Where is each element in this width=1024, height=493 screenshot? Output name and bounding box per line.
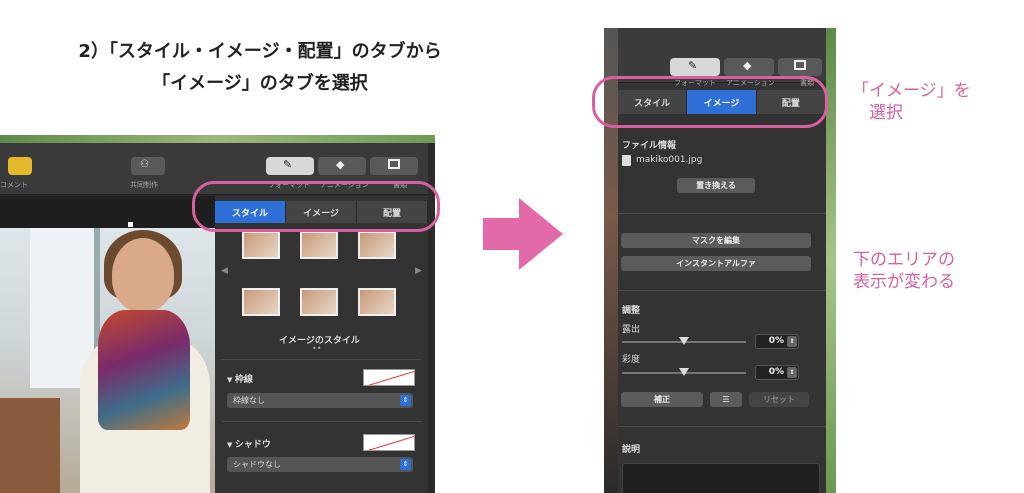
selection-handle[interactable] (128, 222, 133, 227)
note-area-line1: 下のエリアの (853, 250, 955, 270)
divider (221, 359, 421, 360)
exposure-value: 0% (768, 336, 784, 346)
document-icon (794, 60, 806, 70)
updown-icon: ⇕ (400, 459, 411, 470)
style-thumb-5[interactable] (300, 288, 338, 316)
prev-page-icon[interactable]: ◀ (221, 266, 228, 276)
photo-scarf (98, 310, 190, 430)
heading-line-1: 2）「スタイル・イメージ・配置」のタブから (78, 41, 442, 62)
comment-button[interactable] (8, 157, 32, 175)
document-icon (388, 159, 400, 169)
heading-line-2: 「イメージ」のタブを選択 (152, 73, 368, 94)
shadow-section[interactable]: ▼ シャドウ (227, 437, 271, 450)
file-info-title: ファイル情報 (622, 141, 677, 151)
instant-alpha-button[interactable]: インスタントアルファ (621, 256, 811, 271)
description-field[interactable] (622, 463, 820, 493)
animate-button[interactable]: ◆ (318, 157, 366, 175)
slide-photo[interactable] (0, 228, 215, 493)
divider (618, 290, 826, 291)
animate-button[interactable]: ◆ (724, 58, 774, 76)
style-thumb-2[interactable] (300, 231, 338, 259)
format-button[interactable]: ✎ (266, 157, 314, 175)
sliders-icon: ☰ (722, 395, 730, 404)
border-color-well[interactable] (363, 369, 415, 386)
border-section[interactable]: ▼ 枠線 (227, 372, 253, 385)
divider (618, 426, 826, 427)
saturation-value: 0% (768, 367, 784, 377)
note-area-changes: 下のエリアの 表示が変わる (853, 249, 955, 293)
exposure-stepper[interactable]: 0% ⇕ (755, 334, 799, 349)
exposure-label: 露出 (622, 325, 641, 335)
document-button[interactable] (370, 157, 418, 175)
shadow-color-well[interactable] (363, 434, 415, 451)
border-label: 枠線 (234, 375, 253, 385)
divider (618, 213, 826, 214)
note-select-image: 「イメージ」を 選択 (852, 80, 971, 124)
right-arrow-icon (483, 198, 563, 270)
canvas-ruler (0, 196, 215, 228)
divider (221, 421, 421, 422)
replace-button[interactable]: 置き換える (677, 178, 755, 193)
disclosure-icon: ▼ (227, 441, 235, 449)
enhance-button[interactable]: 補正 (621, 392, 703, 407)
description-title: 説明 (622, 445, 641, 455)
border-select[interactable]: 枠線なし ⇕ (227, 393, 413, 408)
highlight-tabs-left (192, 181, 440, 232)
disclosure-icon: ▼ (227, 376, 235, 384)
inspector-panel-left: スタイル イメージ 配置 ◀ ▶ イメージのスタイル •• ▼ 枠線 枠線なし ⇕… (215, 196, 428, 493)
inspector-toolbar: ✎ ◆ フォーマット アニメーション 書類 (618, 28, 826, 87)
stepper-icon[interactable]: ⇕ (787, 336, 797, 347)
saturation-stepper[interactable]: 0% ⇕ (755, 365, 799, 380)
slide-heading: 2）「スタイル・イメージ・配置」のタブから 「イメージ」のタブを選択 (0, 36, 520, 100)
style-thumb-4[interactable] (242, 288, 280, 316)
updown-icon: ⇕ (400, 395, 411, 406)
shadow-select-value: シャドウなし (233, 460, 281, 469)
stepper-icon[interactable]: ⇕ (787, 367, 797, 378)
next-page-icon[interactable]: ▶ (415, 266, 422, 276)
comment-label: コメント (0, 181, 28, 189)
animate-icon: ◆ (336, 158, 345, 171)
photo-face (112, 238, 174, 312)
exposure-slider-knob[interactable] (679, 337, 689, 345)
paintbrush-icon: ✎ (283, 158, 293, 171)
format-button[interactable]: ✎ (670, 58, 720, 76)
note-area-line2: 表示が変わる (853, 272, 955, 292)
shadow-select[interactable]: シャドウなし ⇕ (227, 457, 413, 472)
note-select-image-line2: 選択 (869, 103, 903, 123)
highlight-tabs-right (592, 76, 828, 128)
file-name: makiko001.jpg (636, 155, 703, 165)
document-button[interactable] (778, 58, 822, 76)
border-select-value: 枠線なし (233, 396, 265, 405)
style-thumb-6[interactable] (358, 288, 396, 316)
collaborate-label: 共同制作 (130, 181, 158, 189)
adjust-title: 調整 (622, 306, 641, 316)
levels-button[interactable]: ☰ (710, 392, 742, 407)
file-icon (622, 155, 631, 166)
paintbrush-icon: ✎ (688, 59, 698, 72)
reset-button[interactable]: リセット (749, 392, 809, 407)
saturation-slider-knob[interactable] (679, 368, 689, 376)
shadow-label: シャドウ (234, 440, 271, 450)
animate-icon: ◆ (743, 59, 752, 72)
style-thumb-3[interactable] (358, 231, 396, 259)
desktop-background (0, 135, 435, 143)
note-select-image-line1: 「イメージ」を (852, 81, 971, 101)
page-dots[interactable]: •• (312, 344, 321, 353)
style-thumb-1[interactable] (242, 231, 280, 259)
saturation-label: 彩度 (622, 355, 641, 365)
photo-sofa (0, 398, 60, 493)
collaborate-button[interactable]: ⚇ (131, 157, 165, 175)
edit-mask-button[interactable]: マスクを編集 (621, 233, 811, 248)
collaborate-icon: ⚇ (140, 159, 149, 170)
